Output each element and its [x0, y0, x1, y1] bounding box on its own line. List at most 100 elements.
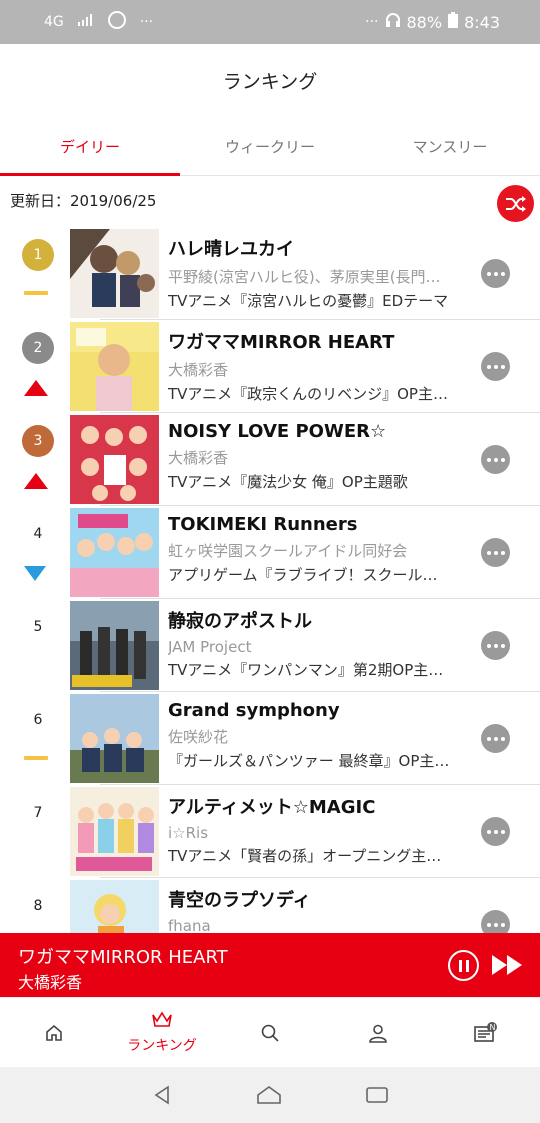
- ranking-row-8[interactable]: 8 青空のラプソディ fhana: [0, 878, 540, 933]
- trend-up-icon: [24, 473, 50, 489]
- clock: 8:43: [464, 12, 500, 32]
- pause-button[interactable]: [448, 950, 479, 981]
- song-title: 静寂のアポストル: [168, 611, 312, 632]
- crown-icon: [152, 1010, 172, 1027]
- more-options-button[interactable]: [481, 445, 510, 474]
- rank-badge: 3: [22, 425, 54, 457]
- bottom-navigation: ランキング N: [0, 997, 540, 1067]
- ranking-row-2[interactable]: 2 ワガママMIRROR HEART 大橋彩香 TVアニメ『政宗くんのリベンジ』…: [0, 320, 540, 413]
- svg-text:N: N: [490, 1023, 496, 1032]
- page-title: ランキング: [222, 70, 318, 93]
- rank-number: 7: [33, 805, 43, 821]
- battery-icon: [448, 12, 459, 32]
- shuffle-icon: [505, 195, 526, 212]
- album-art: [70, 694, 159, 783]
- album-art: [70, 787, 159, 876]
- signal-icon: [77, 14, 94, 30]
- nav-news[interactable]: N: [432, 998, 540, 1067]
- player-artist: 大橋彩香: [18, 973, 83, 992]
- tab-weekly[interactable]: ウィークリー: [180, 118, 360, 175]
- rank-number: 6: [33, 712, 43, 728]
- song-artist: i☆Ris: [168, 824, 209, 842]
- song-description: TVアニメ『涼宮ハルヒの憂鬱』EDテーマ: [168, 292, 449, 310]
- song-title: NOISY LOVE POWER☆: [168, 421, 387, 442]
- song-title: TOKIMEKI Runners: [168, 514, 358, 535]
- song-description: TVアニメ「賢者の孫」オープニング主…: [168, 847, 442, 865]
- rank-number: 4: [33, 526, 43, 542]
- song-title: ハレ晴レユカイ: [168, 239, 294, 260]
- status-bar: 4G ··· ··· 88% 8:43: [0, 0, 540, 44]
- song-description: TVアニメ『政宗くんのリベンジ』OP主…: [168, 385, 448, 403]
- rank-number: 8: [33, 898, 43, 914]
- ranking-row-4[interactable]: 4 TOKIMEKI Runners 虹ヶ咲学園スクールアイドル同好会 アプリゲ…: [0, 506, 540, 599]
- song-artist: JAM Project: [168, 638, 252, 656]
- song-description: TVアニメ『ワンパンマン』第2期OP主…: [168, 661, 444, 679]
- more-notifications-icon: ···: [139, 14, 154, 30]
- more-options-button[interactable]: [481, 724, 510, 753]
- more-options-button[interactable]: [481, 817, 510, 846]
- trend-down-icon: [24, 566, 50, 582]
- trend-up-icon: [24, 380, 50, 396]
- album-art: [70, 508, 159, 597]
- album-art: [70, 880, 159, 933]
- trend-same-icon: [24, 287, 50, 303]
- song-title: アルティメット☆MAGIC: [168, 797, 376, 818]
- headphones-icon: [385, 12, 401, 32]
- back-icon[interactable]: [151, 1084, 173, 1106]
- app-notification-icon: [107, 11, 126, 33]
- tab-monthly[interactable]: マンスリー: [360, 118, 540, 175]
- more-options-button[interactable]: [481, 538, 510, 567]
- more-options-button[interactable]: [481, 352, 510, 381]
- song-artist: 平野綾(涼宮ハルヒ役)、茅原実里(長門…: [168, 268, 441, 286]
- nav-ranking[interactable]: ランキング: [108, 998, 216, 1067]
- rank-badge: 2: [22, 332, 54, 364]
- battery-level: 88%: [406, 12, 443, 32]
- nav-ranking-label: ランキング: [127, 1037, 197, 1054]
- fast-forward-button[interactable]: [492, 955, 524, 977]
- song-artist: 大橋彩香: [168, 449, 229, 467]
- home-button-icon[interactable]: [256, 1084, 282, 1106]
- album-art: [70, 322, 159, 411]
- more-options-button[interactable]: [481, 910, 510, 933]
- more-options-button[interactable]: [481, 631, 510, 660]
- search-icon: [261, 1024, 279, 1042]
- rank-badge: 1: [22, 239, 54, 271]
- song-description: TVアニメ『魔法少女 俺』OP主題歌: [168, 473, 408, 491]
- mini-player[interactable]: ワガママMIRROR HEART 大橋彩香: [0, 933, 540, 997]
- song-artist: fhana: [168, 917, 211, 933]
- update-date: 更新日：2019/06/25: [10, 192, 157, 210]
- ranking-row-7[interactable]: 7 アルティメット☆MAGIC i☆Ris TVアニメ「賢者の孫」オープニング主…: [0, 785, 540, 878]
- song-title: ワガママMIRROR HEART: [168, 332, 395, 353]
- player-title: ワガママMIRROR HEART: [18, 947, 228, 968]
- more-options-button[interactable]: [481, 259, 510, 288]
- song-title: 青空のラプソディ: [168, 890, 311, 911]
- network-type: 4G: [44, 14, 64, 30]
- person-icon: [369, 1024, 387, 1043]
- more-status-icon: ···: [365, 14, 379, 30]
- album-art: [70, 415, 159, 504]
- news-icon: N: [474, 1021, 497, 1042]
- shuffle-button[interactable]: [497, 185, 534, 222]
- home-icon: [46, 1024, 62, 1041]
- rank-number: 5: [33, 619, 43, 635]
- nav-search[interactable]: [216, 998, 324, 1067]
- song-description: 『ガールズ＆パンツァー 最終章』OP主…: [168, 752, 450, 770]
- song-artist: 大橋彩香: [168, 361, 229, 379]
- ranking-row-1[interactable]: 1 ハレ晴レユカイ 平野綾(涼宮ハルヒ役)、茅原実里(長門… TVアニメ『涼宮ハ…: [0, 227, 540, 320]
- song-description: アプリゲーム『ラブライブ！スクール…: [168, 566, 438, 584]
- ranking-tabs: デイリー ウィークリー マンスリー: [0, 118, 540, 176]
- trend-same-icon: [24, 752, 50, 768]
- album-art: [70, 601, 159, 690]
- nav-mypage[interactable]: [324, 998, 432, 1067]
- nav-home[interactable]: [0, 998, 108, 1067]
- system-navigation-bar: [0, 1067, 540, 1123]
- ranking-row-5[interactable]: 5 静寂のアポストル JAM Project TVアニメ『ワンパンマン』第2期O…: [0, 599, 540, 692]
- ranking-row-6[interactable]: 6 Grand symphony 佐咲紗花 『ガールズ＆パンツァー 最終章』OP…: [0, 692, 540, 785]
- ranking-row-3[interactable]: 3 NOISY LOVE POWER☆ 大橋彩香 TVアニメ『魔法少女 俺』OP…: [0, 413, 540, 506]
- recent-apps-icon[interactable]: [365, 1084, 389, 1106]
- ranking-list: 1 ハレ晴レユカイ 平野綾(涼宮ハルヒ役)、茅原実里(長門… TVアニメ『涼宮ハ…: [0, 227, 540, 933]
- song-title: Grand symphony: [168, 700, 340, 721]
- song-artist: 虹ヶ咲学園スクールアイドル同好会: [168, 542, 408, 560]
- tab-daily[interactable]: デイリー: [0, 118, 180, 176]
- album-art: [70, 229, 159, 318]
